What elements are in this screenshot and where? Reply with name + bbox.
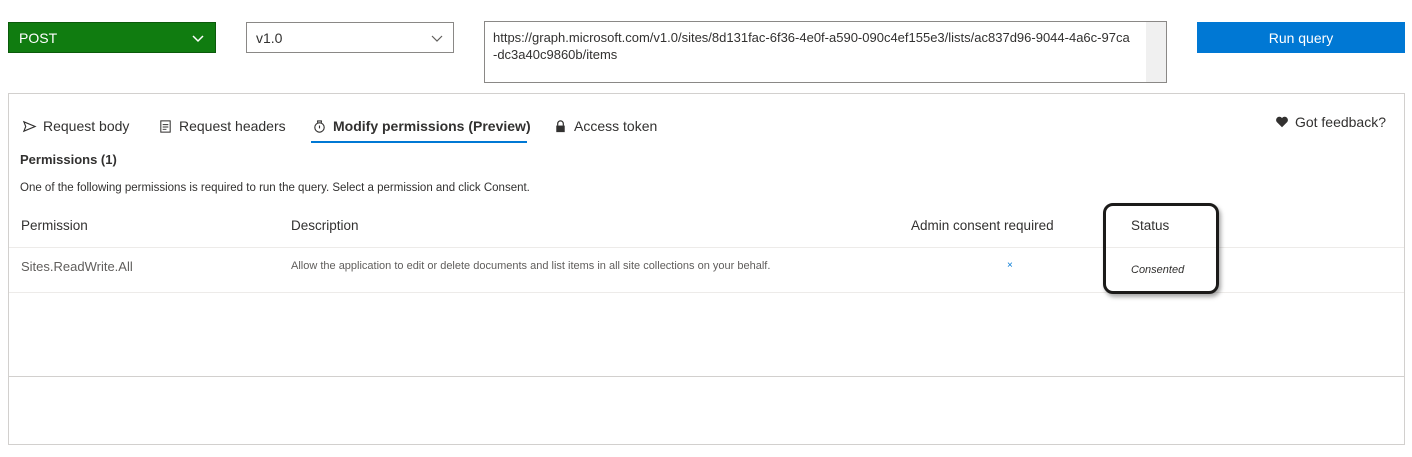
tab-label: Request body bbox=[43, 118, 130, 134]
chevron-down-icon bbox=[192, 34, 204, 42]
request-panel: Request body Request headers Modify perm… bbox=[8, 93, 1405, 377]
tab-label: Modify permissions (Preview) bbox=[333, 118, 531, 134]
permissions-icon bbox=[314, 119, 325, 133]
permissions-description: One of the following permissions is requ… bbox=[20, 182, 530, 194]
send-icon bbox=[22, 120, 37, 132]
version-dropdown[interactable]: v1.0 bbox=[246, 22, 454, 53]
tab-access-token[interactable]: Access token bbox=[553, 108, 657, 144]
feedback-label: Got feedback? bbox=[1294, 114, 1386, 130]
chevron-down-icon bbox=[431, 35, 443, 42]
run-query-button[interactable]: Run query bbox=[1197, 22, 1405, 53]
response-panel bbox=[8, 376, 1405, 445]
column-header-permission[interactable]: Permission bbox=[21, 218, 88, 233]
tab-label: Request headers bbox=[179, 118, 286, 134]
tab-label: Access token bbox=[574, 118, 658, 134]
tab-request-headers[interactable]: Request headers bbox=[158, 108, 286, 144]
permissions-title: Permissions (1) bbox=[20, 152, 117, 167]
active-tab-indicator bbox=[311, 141, 527, 143]
admin-consent-value: × bbox=[1007, 260, 1013, 271]
heart-icon bbox=[1276, 116, 1288, 128]
column-header-admin-consent[interactable]: Admin consent required bbox=[911, 218, 1054, 233]
lock-icon bbox=[556, 119, 565, 132]
document-icon bbox=[160, 119, 171, 133]
url-input[interactable]: https://graph.microsoft.com/v1.0/sites/8… bbox=[484, 21, 1167, 83]
url-scrollbar[interactable] bbox=[1146, 22, 1166, 82]
http-method-value: POST bbox=[19, 29, 58, 46]
permission-description: Allow the application to edit or delete … bbox=[291, 260, 771, 272]
feedback-button[interactable]: Got feedback? bbox=[1275, 108, 1386, 136]
version-value: v1.0 bbox=[256, 29, 283, 46]
status-highlight-box bbox=[1103, 203, 1219, 294]
url-value[interactable]: https://graph.microsoft.com/v1.0/sites/8… bbox=[493, 29, 1133, 63]
tab-request-body[interactable]: Request body bbox=[22, 108, 129, 144]
tab-modify-permissions[interactable]: Modify permissions (Preview) bbox=[312, 108, 531, 144]
permission-name: Sites.ReadWrite.All bbox=[21, 259, 133, 274]
column-header-description[interactable]: Description bbox=[291, 218, 359, 233]
http-method-dropdown[interactable]: POST bbox=[8, 22, 216, 53]
